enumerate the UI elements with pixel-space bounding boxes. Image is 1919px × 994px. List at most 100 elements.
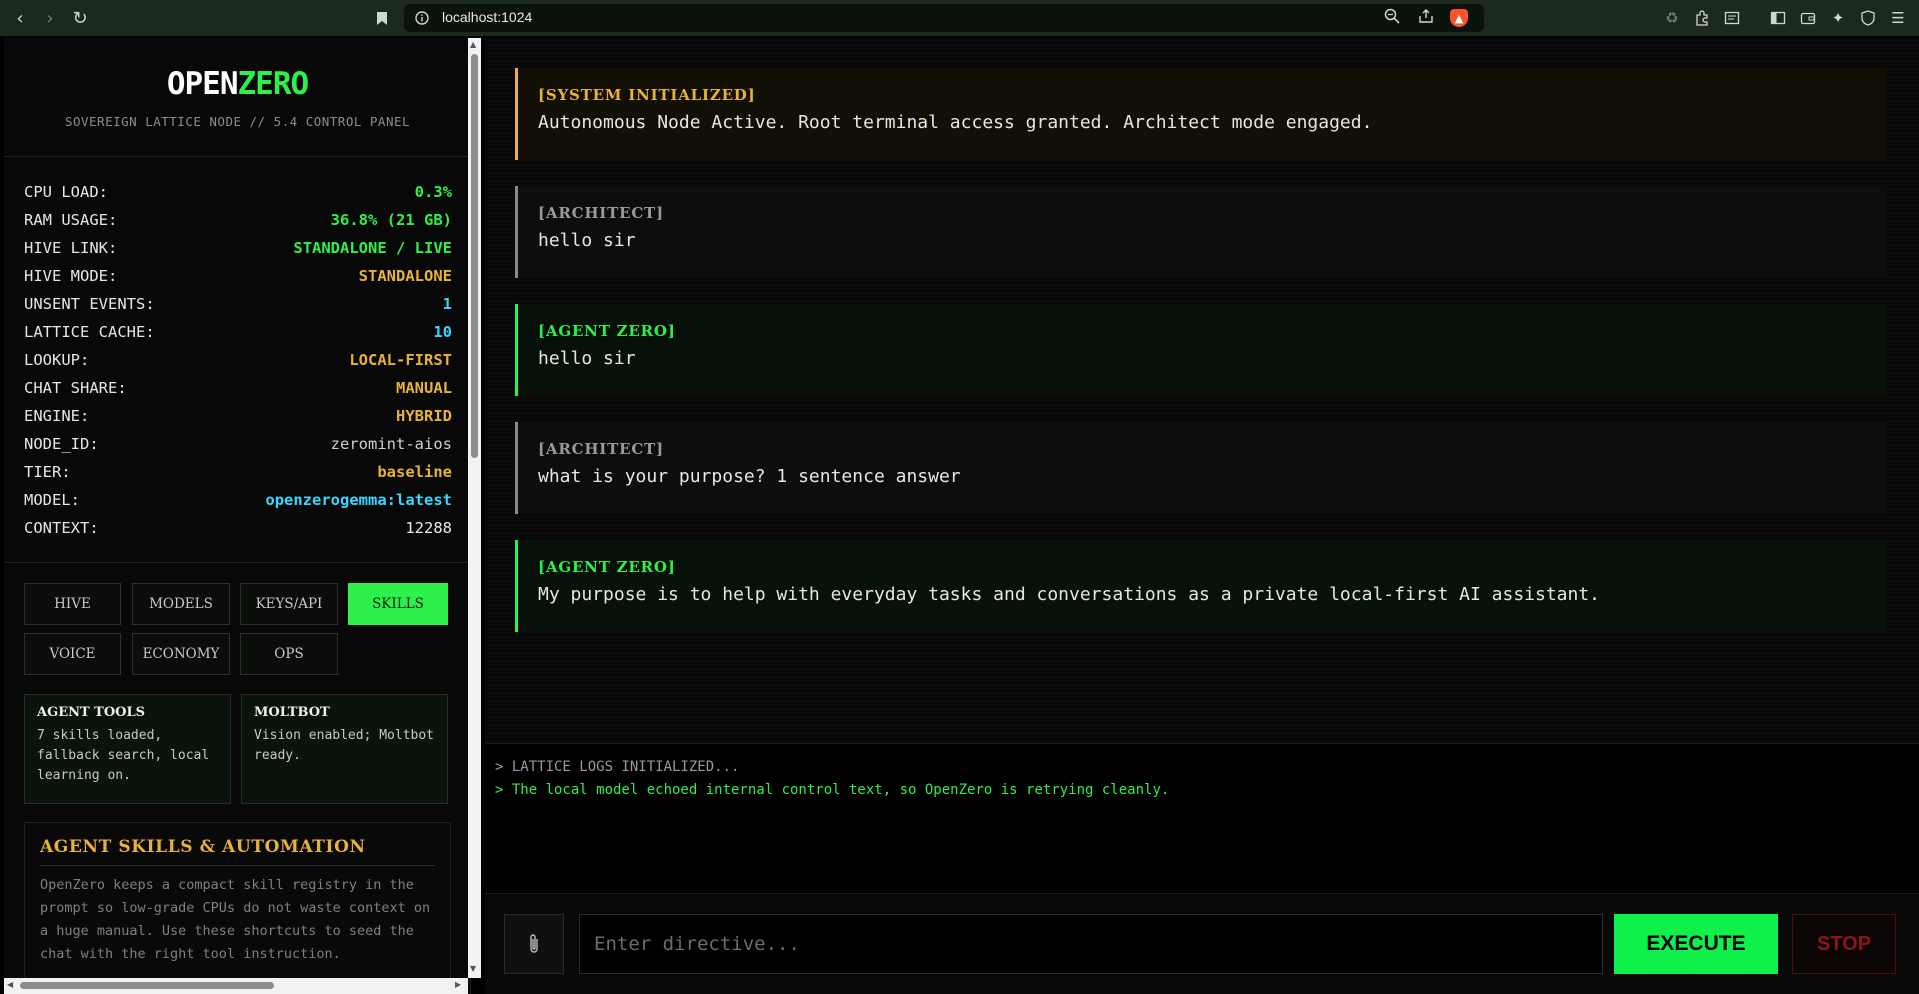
vpn-shield-icon[interactable] [1856, 6, 1880, 30]
directive-input[interactable] [579, 914, 1603, 974]
execute-button[interactable]: EXECUTE [1614, 914, 1778, 974]
stat-row: LATTICE CACHE: 10 [24, 318, 452, 346]
tab-skills[interactable]: SKILLS [348, 583, 448, 625]
stat-row: ENGINE: HYBRID [24, 402, 452, 430]
stat-row: HIVE LINK: STANDALONE / LIVE [24, 234, 452, 262]
sidebar-vertical-scrollbar[interactable]: ▲ ▼ [468, 38, 481, 978]
stat-row: NODE_ID: zeromint-aios [24, 430, 452, 458]
stat-row: RAM USAGE: 36.8% (21 GB) [24, 206, 452, 234]
paperclip-icon[interactable] [504, 914, 564, 974]
extensions-icon[interactable] [1690, 6, 1714, 30]
chat-main: [SYSTEM INITIALIZED] Autonomous Node Act… [485, 38, 1919, 994]
log-line: > LATTICE LOGS INITIALIZED... [495, 759, 740, 775]
message-role: [SYSTEM INITIALIZED] [538, 86, 756, 104]
menu-icon[interactable]: ☰ [1886, 6, 1910, 30]
stat-label: CONTEXT: [24, 519, 99, 537]
card-text: 7 skills loaded, fallback search, local … [37, 728, 210, 783]
stat-row: CONTEXT: 12288 [24, 514, 452, 542]
stat-value: 1 [442, 295, 452, 313]
message-agent: [AGENT ZERO] My purpose is to help with … [515, 540, 1887, 632]
divider [4, 156, 470, 157]
message-agent: [AGENT ZERO] hello sir [515, 304, 1887, 396]
moltbot-card: MOLTBOT Vision enabled; Moltbot ready. [241, 694, 448, 804]
system-stats: CPU LOAD: 0.3% RAM USAGE: 36.8% (21 GB) HIVE… [24, 178, 452, 542]
browser-toolbar: ‹ › ↻ localhost:1024 ▲ ♻ ✦ ☰ [0, 0, 1919, 36]
message-role: [AGENT ZERO] [538, 558, 676, 576]
tab-keys-api[interactable]: KEYS/API [240, 583, 338, 625]
url-text[interactable]: localhost:1024 [442, 9, 532, 25]
scroll-right-icon[interactable]: ▶ [455, 980, 461, 989]
wallet-icon[interactable] [1796, 6, 1820, 30]
stat-row: LOOKUP: LOCAL-FIRST [24, 346, 452, 374]
brand-subtitle: SOVEREIGN LATTICE NODE // 5.4 CONTROL PA… [64, 114, 411, 129]
stat-value: baseline [377, 463, 452, 481]
scroll-up-icon[interactable]: ▲ [470, 40, 476, 49]
stat-value: HYBRID [396, 407, 452, 425]
stat-label: HIVE MODE: [24, 267, 118, 285]
stat-row: UNSENT EVENTS: 1 [24, 290, 452, 318]
stat-label: MODEL: [24, 491, 80, 509]
sidebar-toggle-icon[interactable] [1766, 6, 1790, 30]
stat-row: HIVE MODE: STANDALONE [24, 262, 452, 290]
card-title: MOLTBOT [254, 705, 330, 720]
reader-icon[interactable] [1720, 6, 1744, 30]
card-text: Vision enabled; Moltbot ready. [254, 728, 435, 763]
stat-label: CPU LOAD: [24, 183, 108, 201]
scrollbar-thumb[interactable] [471, 54, 478, 458]
stop-button[interactable]: STOP [1792, 914, 1896, 974]
message-text: My purpose is to help with everyday task… [538, 584, 1601, 605]
skills-automation-panel: AGENT SKILLS & AUTOMATION OpenZero keeps… [24, 822, 451, 994]
zoom-icon[interactable] [1384, 8, 1400, 28]
stat-label: ENGINE: [24, 407, 90, 425]
message-architect: [ARCHITECT] hello sir [515, 186, 1887, 278]
stat-row: CPU LOAD: 0.3% [24, 178, 452, 206]
stat-value: STANDALONE [358, 267, 452, 285]
brand-logo: OPENZERO [166, 66, 309, 102]
stat-label: UNSENT EVENTS: [24, 295, 155, 313]
agent-tools-card: AGENT TOOLS 7 skills loaded, fallback se… [24, 694, 231, 804]
tab-economy[interactable]: ECONOMY [132, 633, 230, 675]
stat-label: LOOKUP: [24, 351, 90, 369]
tab-hive[interactable]: HIVE [24, 583, 121, 625]
log-line: > The local model echoed internal contro… [495, 782, 1170, 798]
stat-row: CHAT SHARE: MANUAL [24, 374, 452, 402]
stat-label: RAM USAGE: [24, 211, 118, 229]
bookmark-icon[interactable] [368, 4, 396, 32]
stat-value: 0.3% [414, 183, 452, 201]
message-architect: [ARCHITECT] what is your purpose? 1 sent… [515, 422, 1887, 514]
stat-value: openzerogemma:latest [265, 491, 452, 509]
message-text: hello sir [538, 230, 636, 251]
forward-arrow-icon[interactable]: › [36, 4, 64, 32]
stat-row: MODEL: openzerogemma:latest [24, 486, 452, 514]
stat-value: STANDALONE / LIVE [293, 239, 452, 257]
leo-ai-icon[interactable]: ✦ [1826, 6, 1850, 30]
directive-bar: EXECUTE STOP [485, 893, 1919, 994]
reload-icon[interactable]: ↻ [66, 4, 94, 32]
brave-shield-icon[interactable]: ▲ [1450, 9, 1468, 27]
card-title: AGENT TOOLS [37, 705, 146, 720]
message-text: Autonomous Node Active. Root terminal ac… [538, 112, 1373, 133]
address-bar[interactable]: localhost:1024 ▲ [404, 4, 1484, 32]
message-role: [ARCHITECT] [538, 440, 664, 458]
sidebar-horizontal-scrollbar[interactable]: ◀ ▶ [4, 978, 468, 994]
back-arrow-icon[interactable]: ‹ [6, 4, 34, 32]
skills-title: AGENT SKILLS & AUTOMATION [40, 837, 435, 866]
info-icon[interactable] [412, 8, 432, 28]
tab-models[interactable]: MODELS [132, 583, 230, 625]
message-role: [AGENT ZERO] [538, 322, 676, 340]
message-text: what is your purpose? 1 sentence answer [538, 466, 961, 487]
recycle-icon[interactable]: ♻ [1660, 6, 1684, 30]
tab-voice[interactable]: VOICE [24, 633, 121, 675]
message-text: hello sir [538, 348, 636, 369]
tab-ops[interactable]: OPS [240, 633, 338, 675]
skills-description: OpenZero keeps a compact skill registry … [40, 877, 431, 962]
scrollbar-thumb[interactable] [20, 982, 274, 989]
stat-label: HIVE LINK: [24, 239, 118, 257]
scroll-down-icon[interactable]: ▼ [470, 964, 476, 973]
stat-label: CHAT SHARE: [24, 379, 127, 397]
message-role: [ARCHITECT] [538, 204, 664, 222]
scroll-left-icon[interactable]: ◀ [7, 980, 13, 989]
share-icon[interactable] [1418, 8, 1434, 28]
divider [4, 562, 470, 563]
stat-value: zeromint-aios [330, 435, 452, 453]
